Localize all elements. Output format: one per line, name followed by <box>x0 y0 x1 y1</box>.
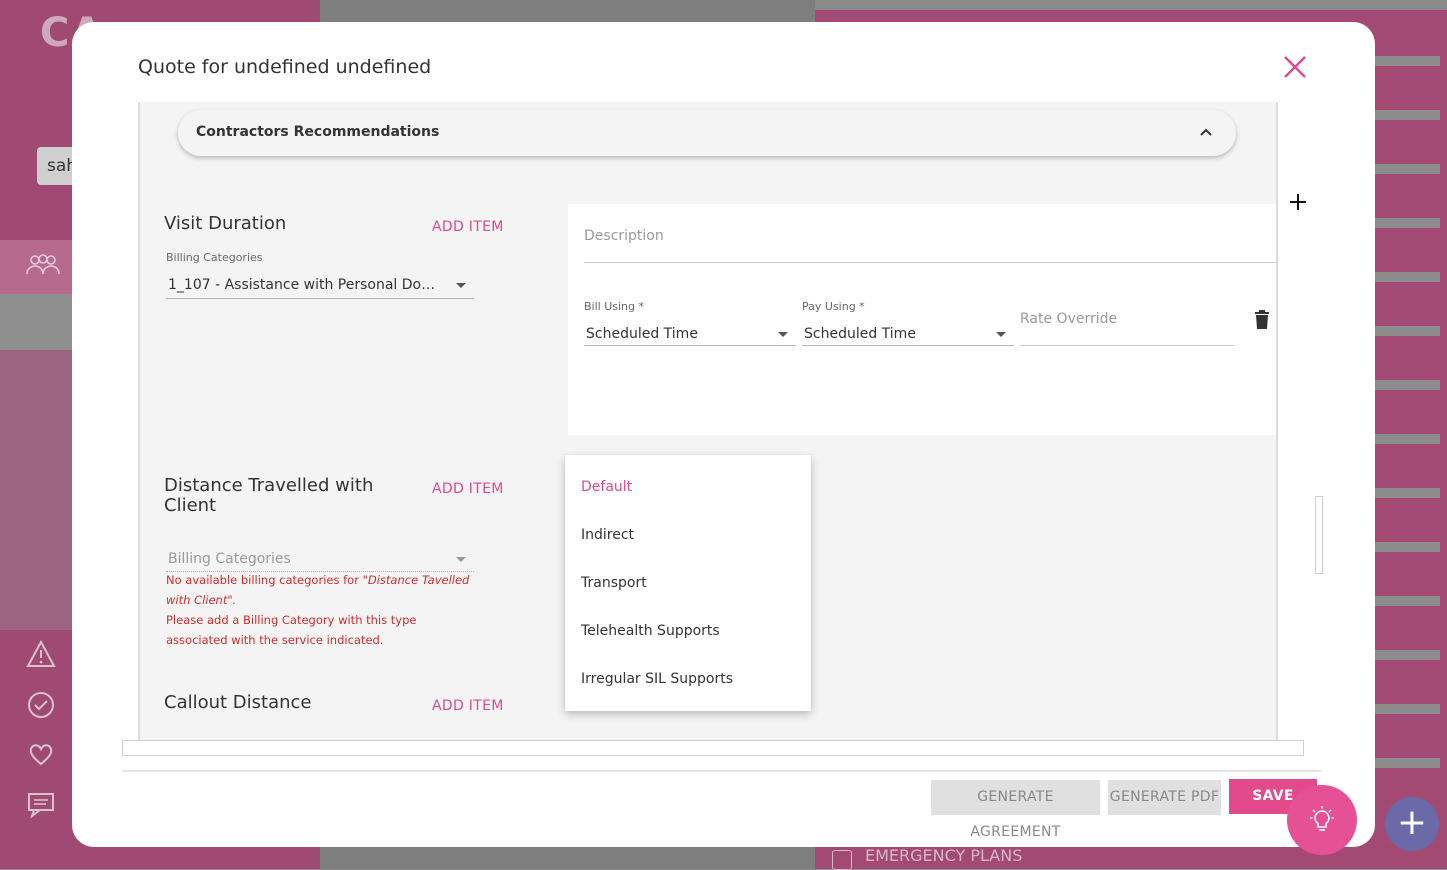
visit-duration-billing-select[interactable]: 1_107 - Assistance with Personal Domest.… <box>166 274 474 299</box>
background-stripe <box>1370 272 1440 282</box>
close-button[interactable] <box>1280 52 1310 82</box>
background-emergency-label: EMERGENCY PLANS <box>865 846 1023 865</box>
background-stripe <box>1370 758 1440 768</box>
generate-agreement-button[interactable]: GENERATE AGREEMENT <box>931 780 1100 840</box>
background-stripe <box>1370 542 1440 552</box>
caret-down-icon <box>778 332 788 337</box>
rate-override-input[interactable]: Rate Override <box>1020 308 1234 346</box>
clock-check-icon <box>26 690 56 720</box>
chevron-up-icon <box>1200 128 1212 136</box>
modal-title: Quote for undefined undefined <box>138 56 432 78</box>
emergency-checkbox-icon <box>832 850 852 870</box>
distance-travelled-error: No available billing categories for "Dis… <box>166 573 470 647</box>
background-stripe <box>1370 704 1440 714</box>
contractors-recommendations-accordion[interactable]: Contractors Recommendations <box>178 110 1236 156</box>
close-icon <box>1284 56 1306 78</box>
caret-down-icon <box>996 332 1006 337</box>
distance-travelled-title: Distance Travelled with Client <box>164 475 374 516</box>
vertical-scrollbar[interactable] <box>1315 496 1323 574</box>
background-stripe <box>1370 596 1440 606</box>
generate-pdf-button[interactable]: GENERATE PDF <box>1108 780 1221 815</box>
bill-using-select[interactable]: Scheduled Time <box>584 323 796 346</box>
caret-down-icon <box>456 557 466 562</box>
quote-scroll-area[interactable]: Contractors Recommendations Visit Durati… <box>138 102 1278 740</box>
lightbulb-icon <box>1310 806 1334 831</box>
pay-using-label: Pay Using * <box>802 300 865 313</box>
bill-using-label: Bill Using * <box>584 300 645 313</box>
distance-travelled-billing-select: Billing Categories <box>166 548 474 572</box>
hearts-icon <box>26 738 56 768</box>
visit-duration-title: Visit Duration <box>164 213 287 234</box>
background-stripe <box>1370 434 1440 444</box>
description-input[interactable]: Description <box>584 220 1276 263</box>
trash-icon[interactable] <box>1254 310 1270 330</box>
background-stripe <box>1370 164 1440 174</box>
chat-icon <box>26 790 56 820</box>
warning-icon <box>26 639 56 670</box>
pay-using-select[interactable]: Scheduled Time <box>802 323 1014 346</box>
caret-down-icon <box>456 283 466 288</box>
background-stripe <box>1370 56 1440 66</box>
dropdown-option-indirect[interactable]: Indirect <box>581 527 634 543</box>
plus-icon <box>1290 194 1306 210</box>
distance-travelled-add-item-button[interactable]: ADD ITEM <box>432 481 504 497</box>
accordion-label: Contractors Recommendations <box>196 124 440 140</box>
footer-divider <box>122 770 1322 772</box>
item-detail-card: Description Bill Using * Scheduled Time … <box>568 204 1276 435</box>
visit-duration-add-item-button[interactable]: ADD ITEM <box>432 219 504 235</box>
background-stripe <box>1370 326 1440 336</box>
horizontal-scrollbar[interactable] <box>122 740 1304 756</box>
callout-distance-title: Callout Distance <box>164 692 312 713</box>
background-stripe <box>1370 110 1440 120</box>
background-stripe <box>1370 380 1440 390</box>
add-button[interactable] <box>1286 190 1310 214</box>
visit-duration-billing-label: Billing Categories <box>166 251 263 264</box>
help-fab-button[interactable] <box>1287 785 1357 855</box>
users-icon <box>26 254 60 281</box>
dropdown-option-transport[interactable]: Transport <box>581 575 647 591</box>
pay-using-dropdown-menu: Default Indirect Transport Telehealth Su… <box>565 455 811 711</box>
callout-distance-add-item-button[interactable]: ADD ITEM <box>432 698 504 714</box>
dropdown-option-telehealth[interactable]: Telehealth Supports <box>581 623 720 639</box>
dropdown-option-irregular-sil[interactable]: Irregular SIL Supports <box>581 671 733 687</box>
background-stripe <box>1370 650 1440 660</box>
dropdown-option-default[interactable]: Default <box>581 479 632 495</box>
quote-modal: Quote for undefined undefined Contractor… <box>72 22 1375 847</box>
add-fab-button[interactable]: + <box>1385 797 1439 851</box>
background-stripe <box>1370 488 1440 498</box>
background-stripe <box>1370 218 1440 228</box>
